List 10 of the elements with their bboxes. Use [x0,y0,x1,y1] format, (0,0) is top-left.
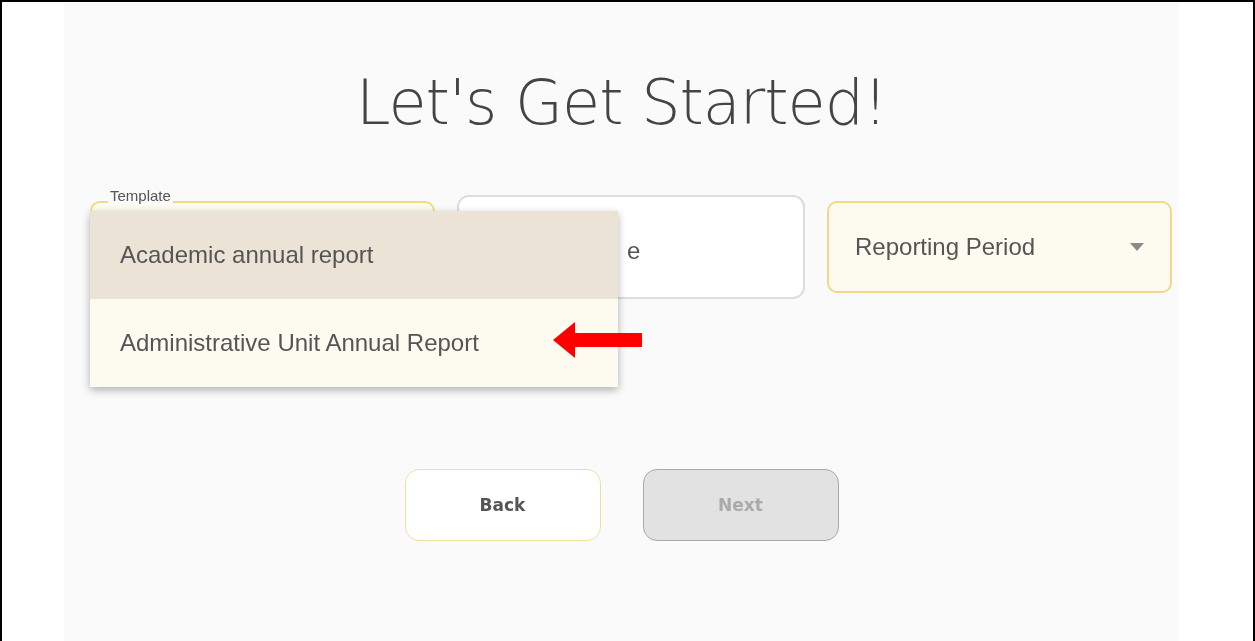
field-value: e [627,237,641,265]
back-button[interactable]: Back [404,469,601,541]
select-placeholder: Reporting Period [855,233,1036,261]
dropdown-option[interactable]: Academic annual report [90,211,618,299]
dropdown-option[interactable]: Administrative Unit Annual Report [90,299,618,387]
select-field[interactable]: Reporting Period [827,201,1172,293]
caret-icon [1130,243,1144,251]
arrow-icon [553,320,643,360]
page-title: Let's Get Started! [356,66,887,139]
field-label: Template [108,187,173,204]
